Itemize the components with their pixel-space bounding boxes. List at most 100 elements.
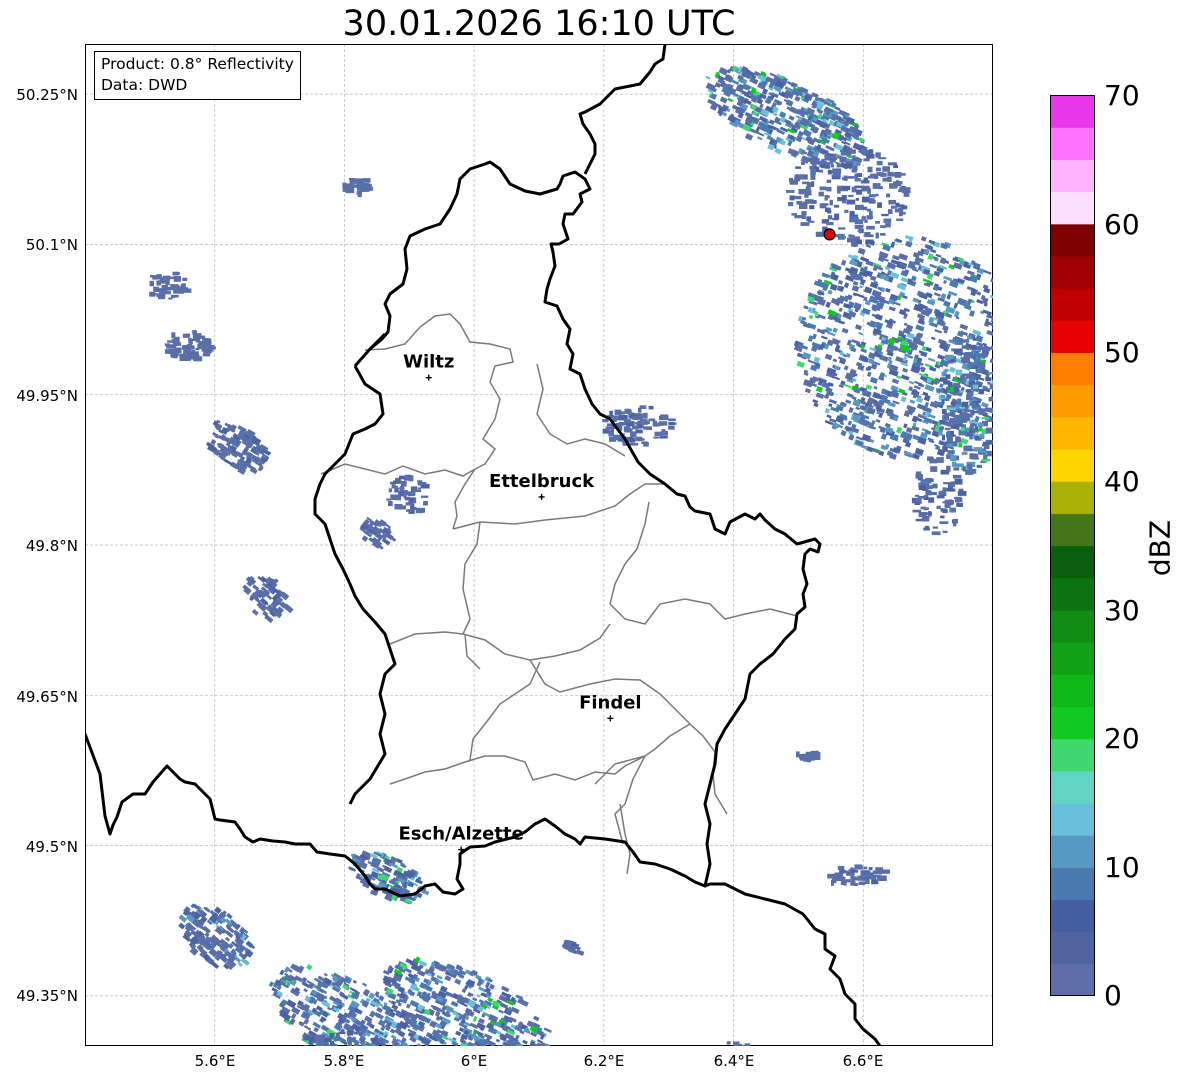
echo-pixel — [903, 191, 910, 197]
echo-pixel — [875, 193, 879, 197]
echo-pixel — [875, 152, 881, 158]
echo-pixel — [958, 443, 963, 448]
echo-pixel — [320, 988, 328, 995]
echo-pixel — [826, 179, 832, 183]
echo-pixel — [979, 433, 985, 438]
echo-pixel — [969, 433, 973, 440]
echo-pixel — [543, 1027, 552, 1033]
echo-cluster — [149, 271, 192, 300]
echo-pixel — [830, 164, 835, 168]
echo-pixel — [809, 205, 815, 210]
city-label: Esch/Alzette — [399, 824, 524, 845]
echo-pixel — [854, 224, 864, 229]
echo-pixel — [966, 395, 973, 401]
echo-pixel — [804, 192, 809, 198]
echo-pixel — [942, 487, 947, 493]
echo-pixel — [824, 165, 830, 169]
echo-pixel — [932, 483, 938, 489]
echo-pixel — [953, 467, 960, 471]
echo-pixel — [575, 949, 585, 956]
echo-pixel — [930, 492, 937, 495]
echo-pixel — [848, 194, 854, 197]
echo-pixel — [896, 375, 902, 380]
echo-pixel — [888, 306, 896, 312]
echo-pixel — [856, 162, 861, 166]
echo-pixel — [969, 344, 977, 350]
echo-pixel — [837, 197, 846, 202]
echo-pixel — [189, 946, 199, 956]
echo-pixel — [149, 280, 154, 287]
echo-pixel — [801, 211, 807, 216]
colorbar-band — [1050, 577, 1095, 611]
echo-pixel — [162, 275, 171, 278]
echo-pixel — [941, 399, 945, 404]
colorbar-label: dBZ — [1143, 519, 1177, 577]
colorbar-band — [1050, 867, 1095, 901]
echo-pixel — [174, 347, 182, 354]
echo-pixel — [819, 186, 827, 191]
echo-pixel — [824, 407, 830, 414]
echo-pixel — [643, 412, 648, 419]
echo-pixel — [931, 531, 941, 536]
echo-pixel — [803, 305, 809, 310]
echo-pixel — [866, 371, 872, 377]
echo-pixel — [285, 999, 297, 1009]
echo-pixel — [454, 978, 462, 985]
echo-pixel — [860, 348, 868, 354]
echo-pixel — [972, 411, 979, 414]
colorbar-band — [1050, 835, 1095, 868]
echo-pixel — [971, 403, 976, 407]
echo-pixel — [863, 866, 868, 870]
echo-pixel — [834, 105, 841, 112]
echo-pixel — [838, 227, 846, 230]
echo-pixel — [832, 876, 842, 881]
echo-pixel — [533, 1015, 540, 1022]
echo-pixel — [845, 352, 851, 358]
echo-pixel — [389, 1028, 396, 1034]
echo-pixel — [867, 358, 875, 365]
echo-pixel — [644, 421, 650, 425]
echo-pixel — [203, 347, 212, 354]
colorbar-band — [1050, 513, 1095, 547]
echo-pixel — [363, 178, 371, 183]
echo-pixel — [176, 271, 180, 276]
canton-boundary — [462, 521, 481, 635]
echo-pixel — [951, 359, 955, 362]
germany-belgium-border — [578, 44, 667, 175]
echo-pixel — [961, 417, 968, 423]
echo-pixel — [719, 96, 728, 104]
echo-pixel — [848, 407, 854, 414]
echo-pixel — [842, 236, 846, 239]
echo-pixel — [929, 263, 938, 269]
echo-pixel — [932, 526, 938, 529]
echo-pixel — [818, 191, 824, 197]
echo-pixel — [303, 988, 308, 993]
echo-pixel — [279, 969, 285, 976]
echo-pixel — [927, 357, 936, 362]
echo-pixel — [825, 144, 835, 152]
echo-pixel — [192, 330, 197, 335]
echo-pixel — [744, 1043, 751, 1046]
echo-pixel — [807, 335, 814, 342]
echo-pixel — [864, 219, 868, 223]
echo-pixel — [962, 466, 966, 472]
echo-pixel — [877, 876, 885, 880]
echo-pixel — [975, 368, 983, 373]
echo-pixel — [796, 360, 805, 368]
echo-pixel — [948, 487, 953, 491]
echo-pixel — [668, 425, 675, 430]
echo-pixel — [799, 203, 808, 209]
echo-pixel — [801, 136, 806, 141]
echo-pixel — [318, 1045, 325, 1046]
echo-pixel — [801, 161, 806, 165]
echo-pixel — [862, 196, 870, 203]
echo-pixel — [251, 608, 259, 616]
echo-pixel — [510, 1006, 520, 1015]
colorbar-band — [1050, 899, 1095, 933]
echo-pixel — [856, 173, 863, 177]
echo-pixel — [888, 209, 893, 215]
echo-pixel — [826, 186, 832, 192]
echo-pixel — [828, 398, 837, 405]
city-marker: Findel — [579, 692, 642, 722]
echo-pixel — [903, 423, 908, 429]
